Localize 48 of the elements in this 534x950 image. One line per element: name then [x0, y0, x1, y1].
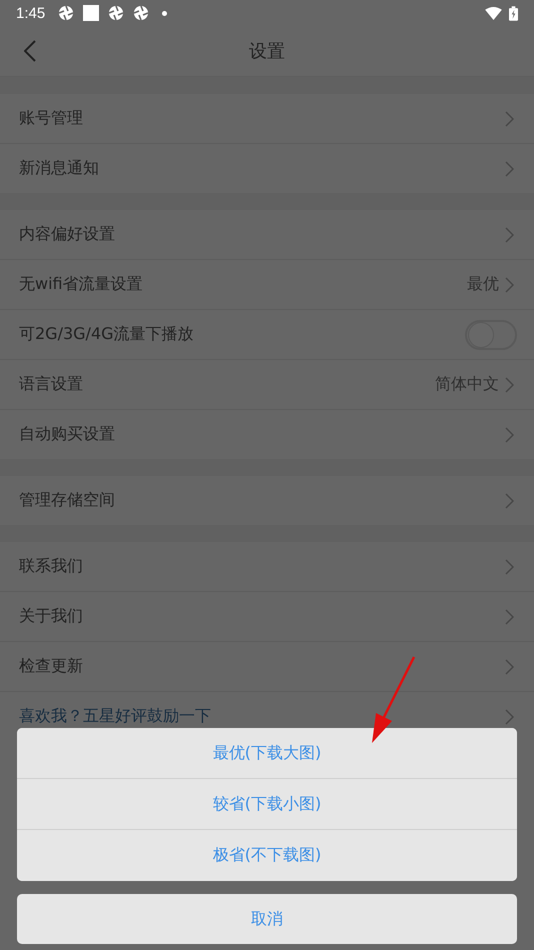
row-label: 关于我们	[19, 606, 83, 627]
chevron-icon	[505, 492, 514, 508]
settings-row[interactable]: 新消息通知	[0, 144, 534, 193]
settings-row[interactable]: 语言设置 简体中文	[0, 360, 534, 410]
aperture-icon	[108, 5, 124, 21]
chevron-icon	[505, 426, 514, 442]
row-label: 内容偏好设置	[19, 224, 115, 245]
chevron-icon	[505, 160, 514, 176]
chevron-icon	[505, 558, 514, 574]
settings-row[interactable]: 可2G/3G/4G流量下播放	[0, 310, 534, 360]
chevron-icon	[505, 276, 514, 292]
settings-row[interactable]: 管理存储空间	[0, 476, 534, 525]
back-icon	[24, 40, 36, 62]
aperture-icon	[133, 5, 150, 21]
settings-row[interactable]: 无wifi省流量设置 最优	[0, 260, 534, 310]
rating-link[interactable]: 喜欢我？五星好评鼓励一下	[19, 706, 211, 727]
page-title: 设置	[249, 40, 285, 63]
row-value: 最优	[467, 274, 499, 295]
settings-row[interactable]: 内容偏好设置	[0, 210, 534, 260]
row-label: 管理存储空间	[19, 490, 115, 511]
wifi-icon	[485, 6, 502, 20]
row-value: 简体中文	[435, 374, 499, 395]
row-label: 自动购买设置	[19, 424, 115, 445]
cancel-button[interactable]: 取消	[17, 894, 517, 944]
chevron-icon	[505, 708, 514, 724]
chevron-icon	[505, 658, 514, 674]
row-label: 检查更新	[19, 656, 83, 677]
row-label: 可2G/3G/4G流量下播放	[19, 324, 194, 345]
row-label: 账号管理	[19, 108, 83, 129]
settings-row[interactable]: 账号管理	[0, 94, 534, 144]
square-icon	[83, 5, 100, 21]
settings-row[interactable]: 检查更新	[0, 642, 534, 692]
row-label: 联系我们	[19, 556, 83, 577]
dot-icon	[162, 10, 168, 16]
row-label: 无wifi省流量设置	[19, 274, 143, 295]
settings-row[interactable]: 联系我们	[0, 542, 534, 592]
row-label: 新消息通知	[19, 158, 99, 179]
settings-row[interactable]: 关于我们	[0, 592, 534, 642]
aperture-icon	[58, 5, 74, 21]
chevron-icon	[505, 110, 514, 126]
battery-icon	[509, 6, 518, 20]
status-time: 1:45	[16, 4, 46, 22]
chevron-icon	[505, 608, 514, 624]
sheet-option[interactable]: 最优(下载大图)	[17, 728, 517, 779]
chevron-icon	[505, 376, 514, 392]
chevron-icon	[505, 226, 514, 242]
settings-row[interactable]: 自动购买设置	[0, 410, 534, 459]
row-label: 语言设置	[19, 374, 83, 395]
